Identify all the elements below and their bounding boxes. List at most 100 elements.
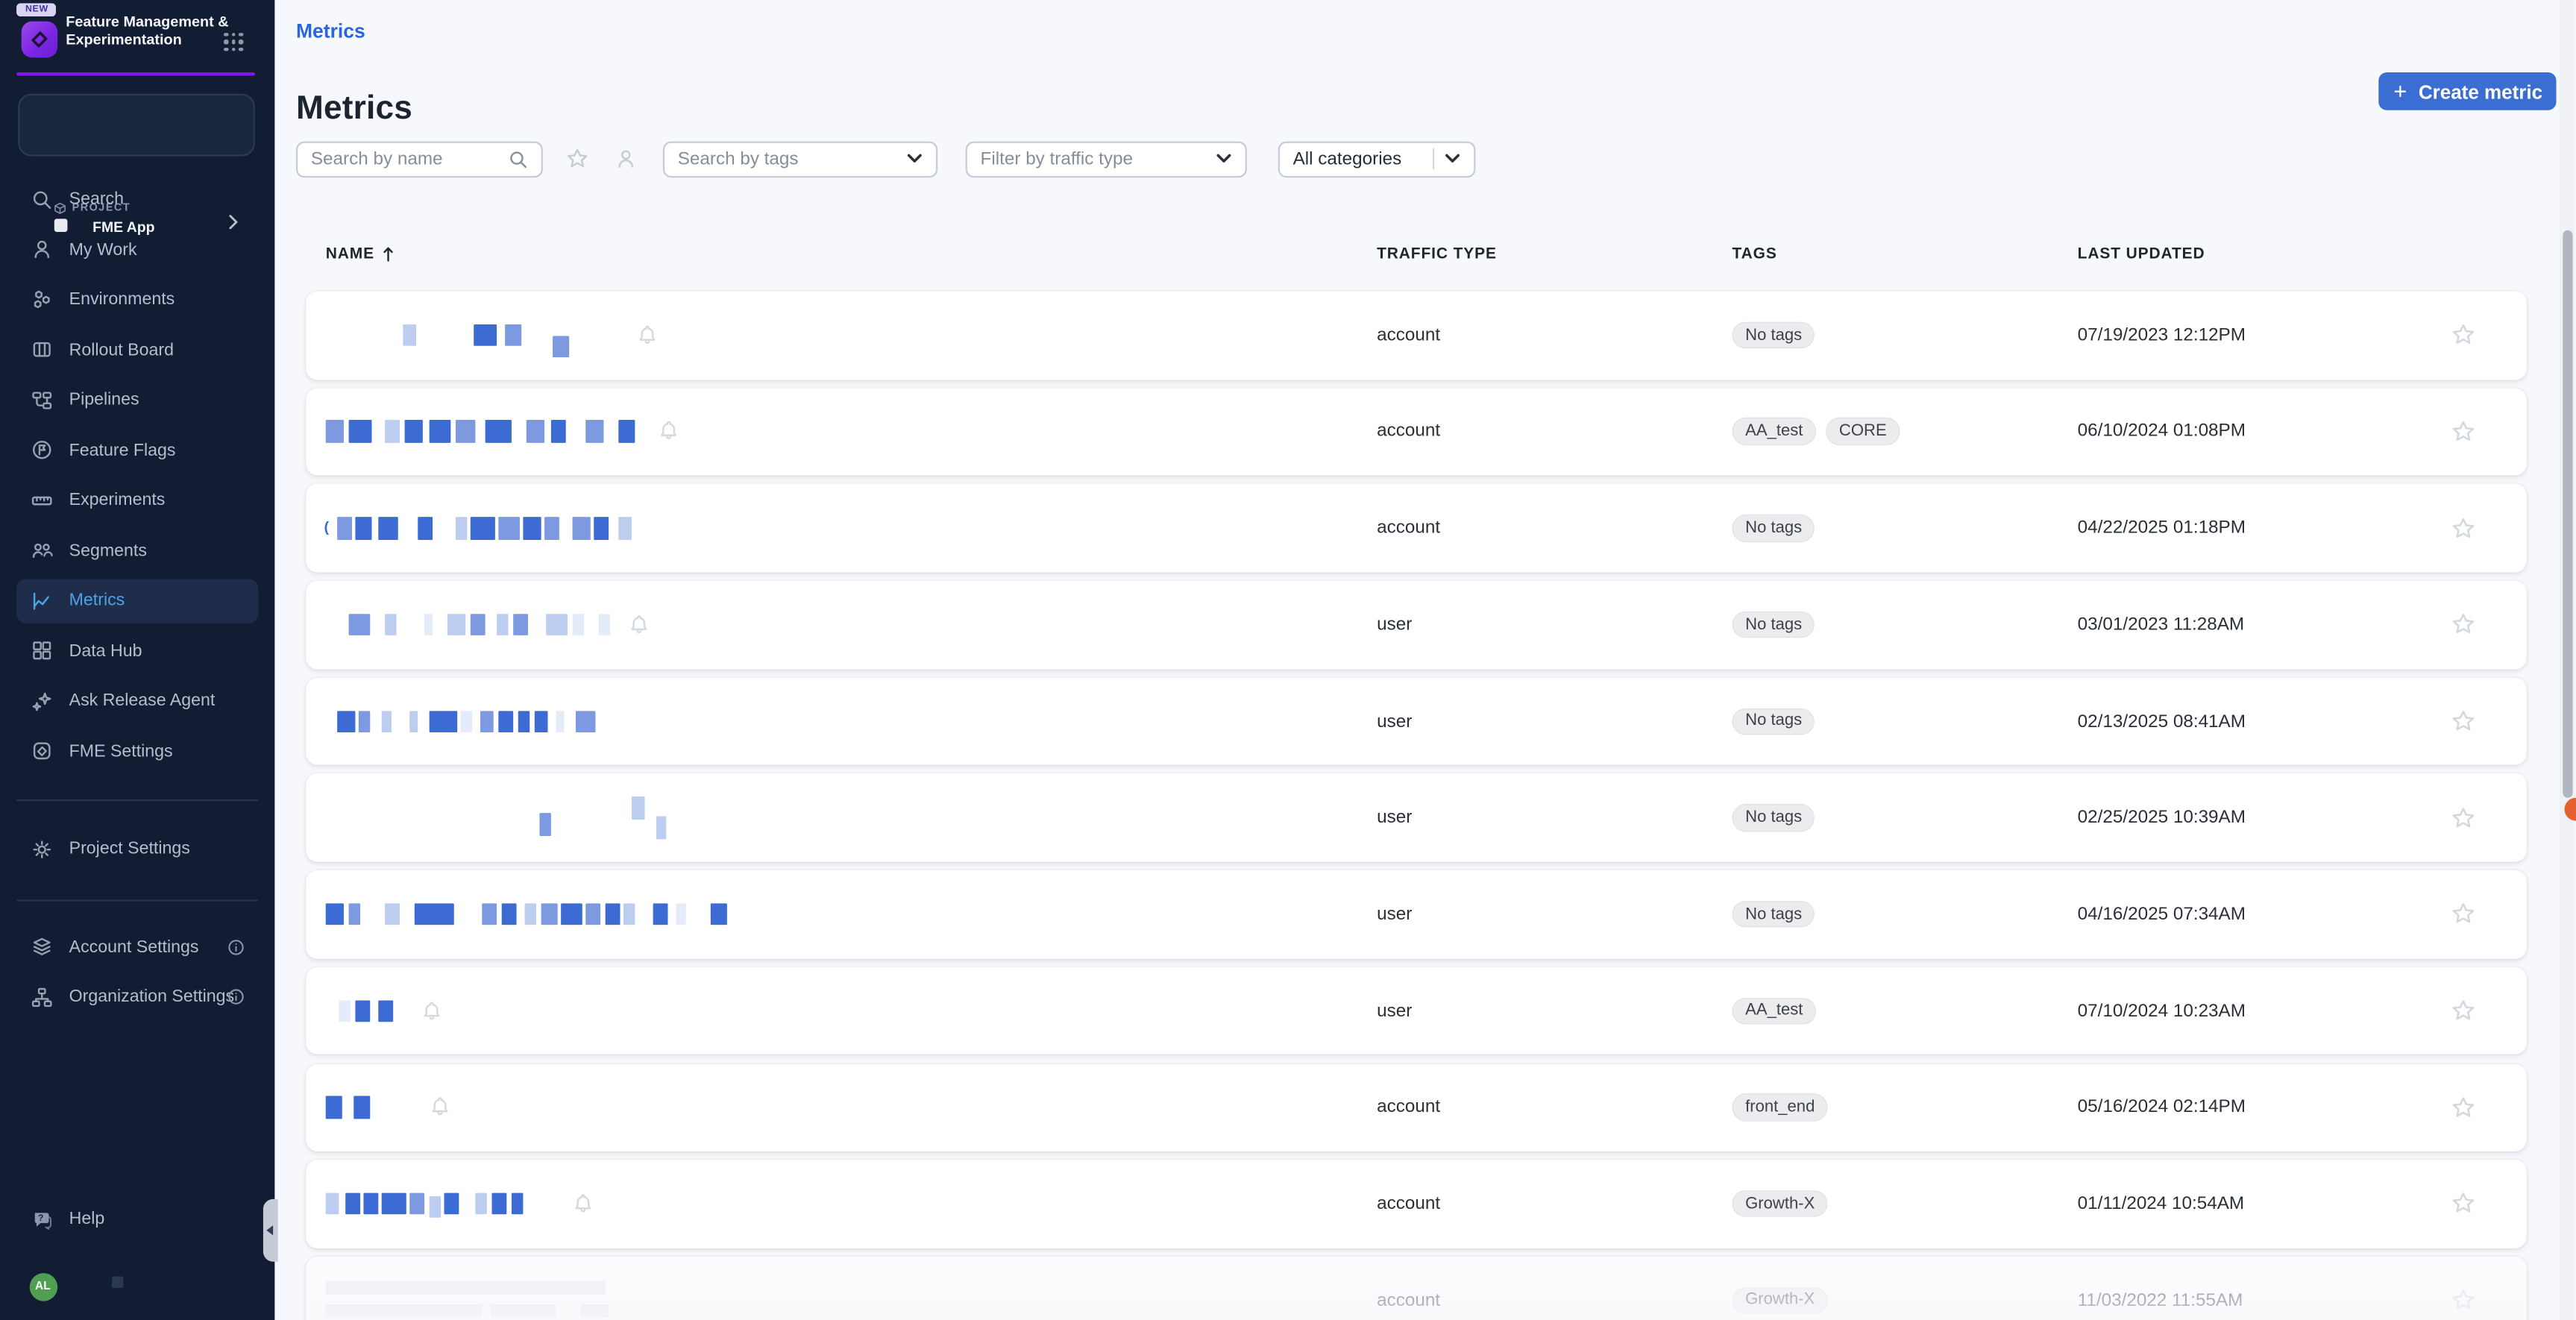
redaction-block [513, 613, 528, 636]
alert-bell-icon [421, 999, 443, 1022]
footer-redacted-block [111, 1276, 124, 1288]
traffic-type-select[interactable]: Filter by traffic type [965, 140, 1247, 177]
create-metric-button[interactable]: + Create metric [2379, 72, 2557, 110]
plus-icon: + [2393, 77, 2407, 104]
sidebar-item-search[interactable]: Search [16, 177, 258, 221]
categories-select[interactable]: All categories [1278, 140, 1476, 177]
sidebar-item-label: FME Settings [69, 741, 173, 761]
sidebar-collapse-handle[interactable] [262, 1198, 277, 1261]
redaction-block [460, 710, 473, 733]
redacted-metric-name [325, 1257, 1116, 1320]
last-updated-cell: 05/16/2024 02:14PM [2077, 1097, 2246, 1118]
redaction-block [355, 999, 371, 1022]
apps-grid-icon[interactable] [223, 32, 243, 51]
breadcrumb[interactable]: Metrics [296, 19, 365, 42]
sidebar-item-my-work[interactable]: My Work [16, 227, 258, 271]
redaction-block [501, 903, 517, 925]
sidebar-item-ask-release-agent[interactable]: Ask Release Agent [16, 679, 258, 723]
tags-cell: No tags [1732, 611, 1815, 638]
favorite-star-button[interactable] [2451, 1288, 2475, 1313]
metric-row[interactable]: account front_end 05/16/2024 02:14PM [306, 1063, 2527, 1151]
redaction-block [385, 903, 400, 925]
metric-row[interactable]: user No tags 03/01/2023 11:28AM [306, 580, 2527, 669]
metric-row[interactable]: account Growth-X 11/03/2022 11:55AM [306, 1256, 2527, 1320]
sidebar-item-label: Experiments [69, 490, 166, 511]
sidebar-item-organization-settings[interactable]: Organization Settings [16, 975, 258, 1019]
info-icon[interactable] [227, 988, 245, 1006]
redaction-block [385, 613, 397, 636]
sidebar-item-project-settings[interactable]: Project Settings [16, 827, 258, 870]
redaction-block [424, 613, 433, 636]
brand-accent-divider [16, 72, 256, 75]
metric-row[interactable]: account AA_test CORE 06/10/2024 01:08PM [306, 387, 2527, 476]
sidebar-item-fme-settings[interactable]: FME Settings [16, 729, 258, 773]
metric-row[interactable]: user No tags 02/25/2025 10:39AM [306, 773, 2527, 862]
search-icon [31, 189, 53, 210]
my-work-icon [31, 239, 53, 260]
redaction-block [539, 813, 551, 836]
search-by-name-input[interactable] [310, 148, 509, 169]
owner-filter-button[interactable] [612, 145, 638, 172]
help-button[interactable]: ? Help [16, 1198, 258, 1241]
favorite-star-button[interactable] [2451, 419, 2475, 444]
last-updated-cell: 07/10/2024 10:23AM [2077, 1001, 2246, 1021]
favorite-star-button[interactable] [2451, 902, 2475, 926]
metric-row[interactable]: user No tags 04/16/2025 07:34AM [306, 870, 2527, 959]
favorite-star-button[interactable] [2451, 516, 2475, 541]
favorite-star-button[interactable] [2451, 805, 2475, 830]
redaction-block [455, 420, 476, 443]
sidebar-item-label: Environments [69, 289, 175, 310]
sidebar-item-label: Feature Flags [69, 440, 176, 461]
metric-row[interactable]: account No tags 07/19/2023 12:12PM [306, 291, 2527, 380]
search-by-name-field[interactable] [296, 140, 543, 177]
sidebar-item-rollout-board[interactable]: Rollout Board [16, 328, 258, 371]
sidebar: NEW Feature Management & Experimentation… [0, 0, 275, 1320]
sidebar-item-experiments[interactable]: Experiments [16, 479, 258, 522]
favorite-star-button[interactable] [2451, 1095, 2475, 1119]
environments-icon [31, 289, 53, 311]
sidebar-item-data-hub[interactable]: Data Hub [16, 629, 258, 673]
redaction-block [354, 1096, 371, 1119]
sidebar-item-segments[interactable]: Segments [16, 529, 258, 572]
project-selector[interactable]: PROJECT FME App [18, 94, 256, 235]
favorite-star-button[interactable] [2451, 612, 2475, 637]
tag-pill: No tags [1732, 707, 1815, 735]
sidebar-item-label: Rollout Board [69, 340, 174, 360]
redaction-block [482, 903, 497, 925]
tags-cell: AA_test CORE [1732, 418, 1900, 446]
main-content: Metrics Metrics + Create metric Search b… [274, 0, 2576, 1320]
favorite-star-button[interactable] [2451, 323, 2475, 348]
favorites-filter-button[interactable] [565, 145, 591, 172]
favorite-star-button[interactable] [2451, 709, 2475, 734]
sidebar-item-environments[interactable]: Environments [16, 278, 258, 321]
last-updated-cell: 03/01/2023 11:28AM [2077, 615, 2245, 635]
redaction-block [511, 1192, 524, 1216]
search-by-tags-select[interactable]: Search by tags [662, 140, 938, 177]
metric-row[interactable]: account Growth-X 01/11/2024 10:54AM [306, 1160, 2527, 1248]
gear-icon [31, 838, 53, 860]
redaction-block [470, 613, 486, 636]
metric-row[interactable]: user No tags 02/13/2025 08:41AM [306, 677, 2527, 766]
column-header-name[interactable]: NAME [326, 245, 395, 263]
metric-row[interactable]: ( account No tags 04/22/2025 01:18PM [306, 484, 2527, 573]
redaction-block [534, 710, 548, 733]
column-header-tags: TAGS [1732, 245, 1777, 263]
info-icon[interactable] [227, 938, 245, 956]
redaction-block [337, 710, 356, 733]
metric-row[interactable]: user AA_test 07/10/2024 10:23AM [306, 967, 2527, 1055]
redaction-block [485, 420, 512, 443]
scrollbar-thumb[interactable] [2562, 230, 2572, 798]
redacted-metric-name [325, 870, 1116, 958]
avatar[interactable]: AL [28, 1272, 57, 1301]
sidebar-item-pipelines[interactable]: Pipelines [16, 378, 258, 421]
favorite-star-button[interactable] [2451, 1192, 2475, 1216]
tags-cell: Growth-X [1732, 1286, 1828, 1314]
sidebar-item-account-settings[interactable]: Account Settings [16, 925, 258, 969]
sidebar-item-metrics[interactable]: Metrics [16, 579, 259, 623]
redaction-block [575, 710, 596, 733]
sidebar-item-feature-flags[interactable]: Feature Flags [16, 429, 258, 472]
last-updated-cell: 04/22/2025 01:18PM [2077, 518, 2246, 538]
favorite-star-button[interactable] [2451, 999, 2475, 1023]
chevron-down-icon [1445, 153, 1461, 164]
svg-text:?: ? [38, 1213, 43, 1223]
